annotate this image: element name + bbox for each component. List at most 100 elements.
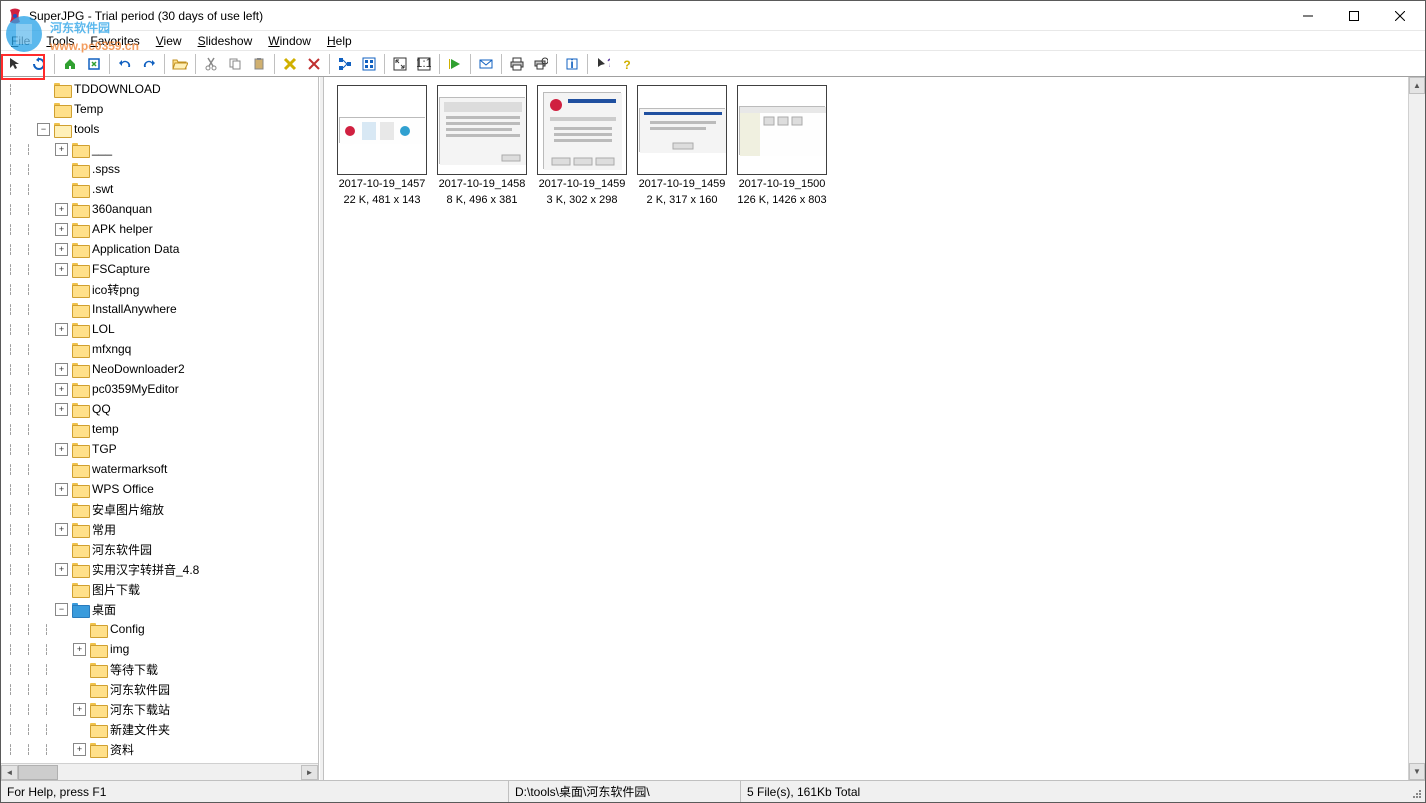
tree-item[interactable]: ┆┆安卓图片缩放 <box>1 499 318 519</box>
expand-icon[interactable]: + <box>55 383 68 396</box>
collapse-icon[interactable]: − <box>55 603 68 616</box>
help-icon[interactable]: ? <box>616 53 638 75</box>
delete-icon[interactable] <box>303 53 325 75</box>
menu-tools[interactable]: Tools <box>38 32 82 50</box>
tree-item[interactable]: ┆┆┆+河东下载站 <box>1 699 318 719</box>
folder-tree[interactable]: ┆TDDOWNLOAD┆Temp┆−tools┆┆+___┆┆.spss┆┆.s… <box>1 77 318 763</box>
scroll-track[interactable] <box>1409 94 1425 763</box>
print-preview-icon[interactable] <box>530 53 552 75</box>
tree-item[interactable]: ┆┆temp <box>1 419 318 439</box>
expand-icon[interactable]: + <box>73 703 86 716</box>
collapse-icon[interactable]: − <box>37 123 50 136</box>
tree-item[interactable]: ┆┆ico转png <box>1 279 318 299</box>
thumbnail-item[interactable]: 2017-10-19_14588 K, 496 x 381 <box>436 85 528 207</box>
tree-horizontal-scrollbar[interactable]: ◄ ► <box>1 763 318 780</box>
tree-item[interactable]: ┆┆┆等待下载 <box>1 659 318 679</box>
menu-favorites[interactable]: Favorites <box>82 32 147 50</box>
folder-open-icon[interactable] <box>169 53 191 75</box>
menu-slideshow[interactable]: Slideshow <box>190 32 261 50</box>
scroll-right-icon[interactable]: ► <box>301 765 318 780</box>
play-icon[interactable] <box>444 53 466 75</box>
mail-icon[interactable] <box>475 53 497 75</box>
expand-icon[interactable]: + <box>55 443 68 456</box>
tree-item[interactable]: ┆┆图片下载 <box>1 579 318 599</box>
expand-icon[interactable]: + <box>55 263 68 276</box>
expand-icon[interactable]: + <box>73 643 86 656</box>
tree-item[interactable]: ┆−tools <box>1 119 318 139</box>
tree-item[interactable]: ┆Temp <box>1 99 318 119</box>
tree-item[interactable]: ┆┆+360anquan <box>1 199 318 219</box>
copy-icon[interactable] <box>224 53 246 75</box>
tree-item[interactable]: ┆┆watermarksoft <box>1 459 318 479</box>
scroll-left-icon[interactable]: ◄ <box>1 765 18 780</box>
tree-item[interactable]: ┆┆InstallAnywhere <box>1 299 318 319</box>
context-help-icon[interactable]: ? <box>592 53 614 75</box>
menu-window[interactable]: Window <box>260 32 319 50</box>
tree-icon[interactable] <box>334 53 356 75</box>
tree-item[interactable]: ┆┆+LOL <box>1 319 318 339</box>
tree-item[interactable]: ┆┆┆Config <box>1 619 318 639</box>
tree-item[interactable]: ┆┆河东软件园 <box>1 539 318 559</box>
undo-icon[interactable] <box>114 53 136 75</box>
redo-icon[interactable] <box>138 53 160 75</box>
tree-item[interactable]: ┆┆+常用 <box>1 519 318 539</box>
expand-icon[interactable]: + <box>55 563 68 576</box>
info-icon[interactable]: i <box>561 53 583 75</box>
expand-icon[interactable]: + <box>55 523 68 536</box>
delete-bold-icon[interactable] <box>279 53 301 75</box>
thumbnail-area[interactable]: 2017-10-19_145722 K, 481 x 1432017-10-19… <box>324 77 1408 780</box>
menu-help[interactable]: Help <box>319 32 360 50</box>
print-icon[interactable] <box>506 53 528 75</box>
tree-item[interactable]: ┆┆┆河东软件园 <box>1 679 318 699</box>
resize-grip[interactable] <box>1407 781 1425 802</box>
actual-icon[interactable]: 1:1 <box>413 53 435 75</box>
tree-item[interactable]: ┆┆+FSCapture <box>1 259 318 279</box>
tree-item[interactable]: ┆┆+TGP <box>1 439 318 459</box>
expand-icon[interactable]: + <box>55 363 68 376</box>
cut-icon[interactable] <box>200 53 222 75</box>
thumbnail-item[interactable]: 2017-10-19_14593 K, 302 x 298 <box>536 85 628 207</box>
tree-item[interactable]: ┆TDDOWNLOAD <box>1 79 318 99</box>
expand-icon[interactable]: + <box>55 403 68 416</box>
tree-item[interactable]: ┆┆+pc0359MyEditor <box>1 379 318 399</box>
pointer-icon[interactable] <box>4 53 26 75</box>
expand-icon[interactable]: + <box>55 323 68 336</box>
thumbnail-item[interactable]: 2017-10-19_1500126 K, 1426 x 803 <box>736 85 828 207</box>
expand-icon[interactable]: + <box>55 243 68 256</box>
tree-item[interactable]: ┆┆+WPS Office <box>1 479 318 499</box>
fit-icon[interactable] <box>389 53 411 75</box>
tree-item[interactable]: ┆┆.spss <box>1 159 318 179</box>
thumbnail-item[interactable]: 2017-10-19_145722 K, 481 x 143 <box>336 85 428 207</box>
scroll-up-icon[interactable]: ▲ <box>1409 77 1425 94</box>
maximize-button[interactable] <box>1331 1 1377 31</box>
thumbnail-item[interactable]: 2017-10-19_14592 K, 317 x 160 <box>636 85 728 207</box>
tree-item[interactable]: ┆┆+Application Data <box>1 239 318 259</box>
tree-item[interactable]: ┆┆+QQ <box>1 399 318 419</box>
tree-item[interactable]: ┆┆−桌面 <box>1 599 318 619</box>
thumb-vertical-scrollbar[interactable]: ▲ ▼ <box>1408 77 1425 780</box>
refresh-icon[interactable] <box>83 53 105 75</box>
minimize-button[interactable] <box>1285 1 1331 31</box>
paste-icon[interactable] <box>248 53 270 75</box>
close-button[interactable] <box>1377 1 1423 31</box>
tree-item[interactable]: ┆┆┆+资料 <box>1 739 318 759</box>
expand-icon[interactable]: + <box>73 743 86 756</box>
tree-item[interactable]: ┆┆┆新建文件夹 <box>1 719 318 739</box>
menu-view[interactable]: View <box>148 32 190 50</box>
tree-item[interactable]: ┆┆+APK helper <box>1 219 318 239</box>
tree-item[interactable]: ┆┆+___ <box>1 139 318 159</box>
tree-item[interactable]: ┆┆+NeoDownloader2 <box>1 359 318 379</box>
tree-item[interactable]: ┆┆+实用汉字转拼音_4.8 <box>1 559 318 579</box>
expand-icon[interactable]: + <box>55 483 68 496</box>
expand-icon[interactable]: + <box>55 143 68 156</box>
expand-icon[interactable]: + <box>55 223 68 236</box>
home-icon[interactable] <box>59 53 81 75</box>
expand-icon[interactable]: + <box>55 203 68 216</box>
menu-file[interactable]: File <box>3 32 38 50</box>
scroll-down-icon[interactable]: ▼ <box>1409 763 1425 780</box>
tree-item[interactable]: ┆┆┆+img <box>1 639 318 659</box>
tree-item[interactable]: ┆┆mfxngq <box>1 339 318 359</box>
scroll-thumb[interactable] <box>18 765 58 780</box>
thumbs-icon[interactable] <box>358 53 380 75</box>
tree-item[interactable]: ┆┆.swt <box>1 179 318 199</box>
